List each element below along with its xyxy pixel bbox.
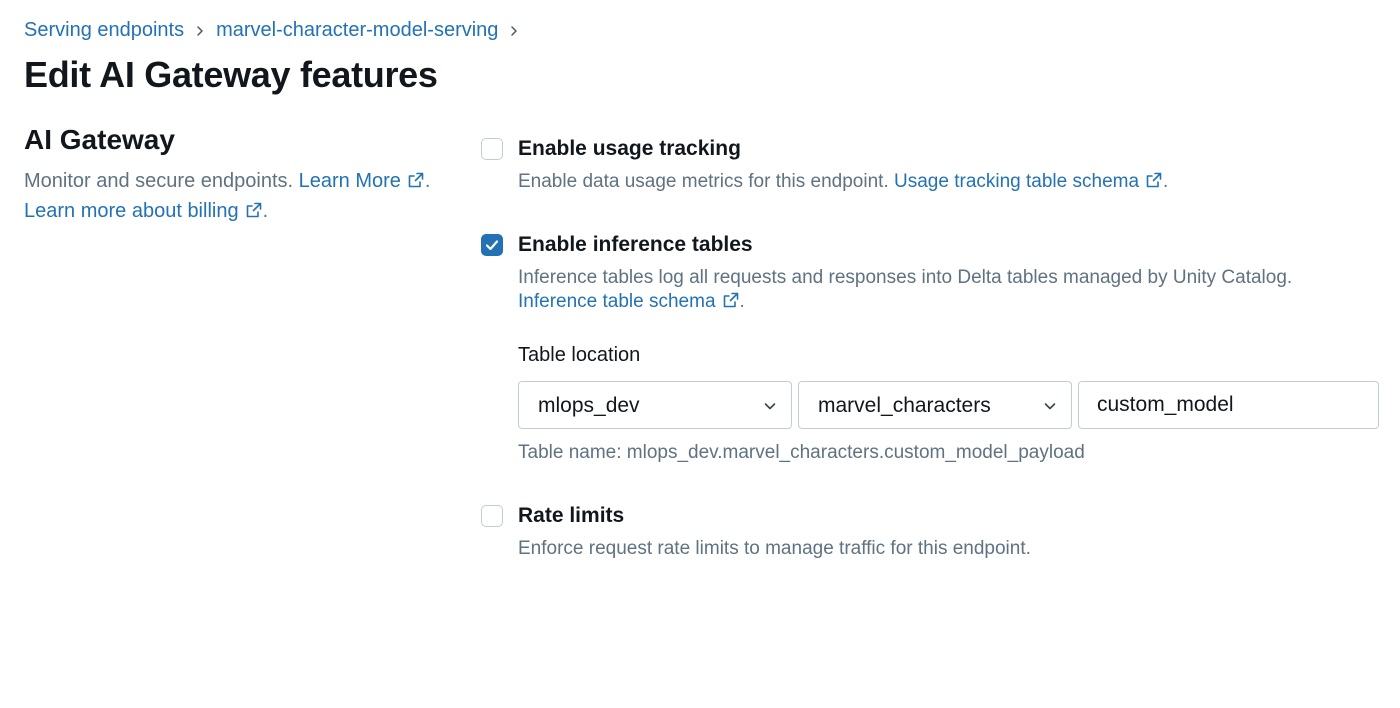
table-name-hint: Table name: mlops_dev.marvel_characters.… <box>518 442 1085 463</box>
external-link-icon <box>245 201 263 219</box>
usage-tracking-schema-link[interactable]: Usage tracking table schema <box>894 171 1163 192</box>
rate-limits-checkbox[interactable] <box>481 505 503 527</box>
learn-more-link[interactable]: Learn More <box>299 170 425 192</box>
table-location-label: Table location <box>518 344 641 366</box>
usage-tracking-desc-text: Enable data usage metrics for this endpo… <box>518 171 889 192</box>
usage-tracking-label[interactable]: Enable usage tracking <box>518 136 741 162</box>
schema-select-value: marvel_characters <box>818 394 991 417</box>
usage-tracking-description: Enable data usage metrics for this endpo… <box>518 170 1168 194</box>
external-link-icon <box>722 291 740 309</box>
chevron-right-icon <box>498 16 530 44</box>
breadcrumb-serving-endpoints[interactable]: Serving endpoints <box>24 16 184 44</box>
usage-tracking-checkbox[interactable] <box>481 138 503 160</box>
catalog-select-value: mlops_dev <box>538 394 640 417</box>
billing-link[interactable]: Learn more about billing <box>24 200 263 222</box>
inference-tables-desc-text: Inference tables log all requests and re… <box>518 267 1293 288</box>
rate-limits-label[interactable]: Rate limits <box>518 503 624 529</box>
table-prefix-input[interactable] <box>1078 381 1379 429</box>
section-description: Monitor and secure endpoints. Learn More… <box>24 166 454 226</box>
chevron-down-icon <box>763 399 777 413</box>
breadcrumb: Serving endpoints marvel-character-model… <box>24 16 530 44</box>
chevron-right-icon <box>184 16 216 44</box>
period: . <box>1163 171 1169 192</box>
schema-select[interactable]: marvel_characters <box>798 381 1072 429</box>
breadcrumb-endpoint-name[interactable]: marvel-character-model-serving <box>216 16 498 44</box>
check-icon <box>485 239 498 250</box>
inference-table-schema-link-label: Inference table schema <box>518 291 716 312</box>
period: . <box>262 200 269 222</box>
rate-limits-description: Enforce request rate limits to manage tr… <box>518 538 1031 559</box>
inference-tables-checkbox[interactable] <box>481 234 503 256</box>
inference-tables-description: Inference tables log all requests and re… <box>518 266 1292 314</box>
learn-more-link-label: Learn More <box>298 170 401 192</box>
period: . <box>739 291 745 312</box>
catalog-select[interactable]: mlops_dev <box>518 381 792 429</box>
inference-tables-label[interactable]: Enable inference tables <box>518 232 753 258</box>
usage-tracking-schema-link-label: Usage tracking table schema <box>894 171 1140 192</box>
page-title: Edit AI Gateway features <box>24 54 438 95</box>
section-desc-text: Monitor and secure endpoints. <box>24 170 294 192</box>
external-link-icon <box>1145 171 1163 189</box>
external-link-icon <box>407 171 425 189</box>
section-title: AI Gateway <box>24 124 175 155</box>
chevron-down-icon <box>1043 399 1057 413</box>
inference-table-schema-link[interactable]: Inference table schema <box>518 291 740 312</box>
period: . <box>424 170 431 192</box>
billing-link-label: Learn more about billing <box>24 200 239 222</box>
